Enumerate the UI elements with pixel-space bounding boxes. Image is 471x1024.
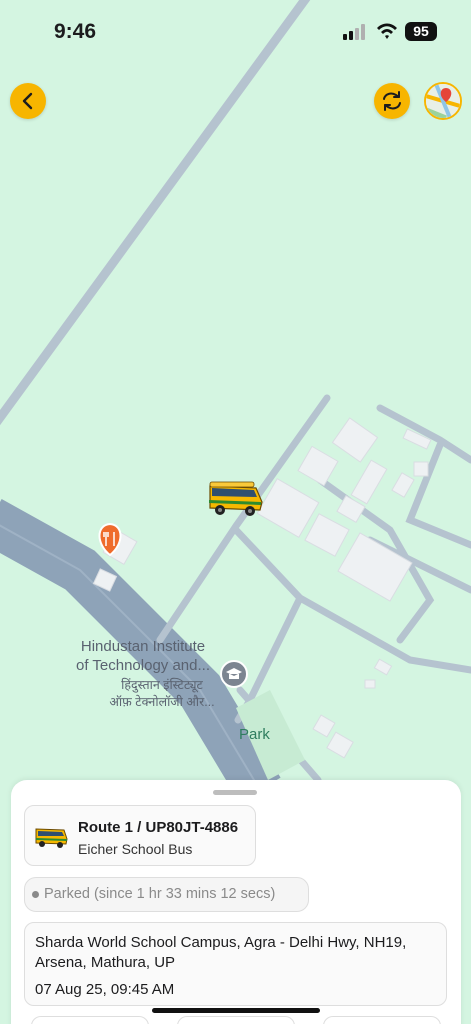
map-layers-icon bbox=[426, 84, 460, 118]
sheet-drag-handle[interactable] bbox=[213, 790, 257, 795]
wifi-icon bbox=[377, 23, 397, 39]
status-bar: 9:46 95 bbox=[0, 0, 471, 60]
action-button-3[interactable] bbox=[323, 1016, 441, 1024]
refresh-icon bbox=[383, 91, 401, 111]
clock: 9:46 bbox=[54, 20, 97, 43]
chevron-left-icon bbox=[22, 92, 33, 110]
vehicle-type: Eicher School Bus bbox=[78, 841, 193, 857]
park-label: Park bbox=[239, 726, 270, 743]
bus-icon bbox=[35, 828, 68, 848]
location-timestamp: 07 Aug 25, 09:45 AM bbox=[35, 981, 175, 998]
poi-label-english: Hindustan Institute of Technology and... bbox=[76, 638, 210, 674]
location-card: Sharda World School Campus, Agra - Delhi… bbox=[24, 922, 447, 1006]
vehicle-card[interactable]: Route 1 / UP80JT-4886 Eicher School Bus bbox=[24, 805, 256, 866]
action-button-2[interactable] bbox=[177, 1016, 295, 1024]
refresh-button[interactable] bbox=[374, 83, 410, 119]
poi-label-hindi: हिंदुस्तान इंस्टिट्यूट ऑफ़ टेक्नोलॉजी और… bbox=[109, 678, 215, 709]
status-dot-icon bbox=[32, 891, 39, 898]
home-indicator[interactable] bbox=[152, 1008, 320, 1013]
bus-icon[interactable] bbox=[204, 474, 266, 518]
vehicle-details-sheet[interactable]: Route 1 / UP80JT-4886 Eicher School Bus … bbox=[11, 780, 461, 1024]
school-pin-icon bbox=[220, 660, 248, 688]
battery-indicator: 95 bbox=[405, 22, 437, 41]
status-badge: Parked (since 1 hr 33 mins 12 secs) bbox=[24, 877, 309, 912]
action-button-1[interactable] bbox=[31, 1016, 149, 1024]
location-address: Sharda World School Campus, Agra - Delhi… bbox=[35, 934, 407, 971]
back-button[interactable] bbox=[10, 83, 46, 119]
vehicle-route-title: Route 1 / UP80JT-4886 bbox=[78, 819, 239, 836]
status-text: Parked (since 1 hr 33 mins 12 secs) bbox=[44, 886, 276, 902]
action-row bbox=[11, 1016, 461, 1024]
map-type-button[interactable] bbox=[424, 82, 462, 120]
cellular-signal-icon bbox=[343, 24, 365, 40]
